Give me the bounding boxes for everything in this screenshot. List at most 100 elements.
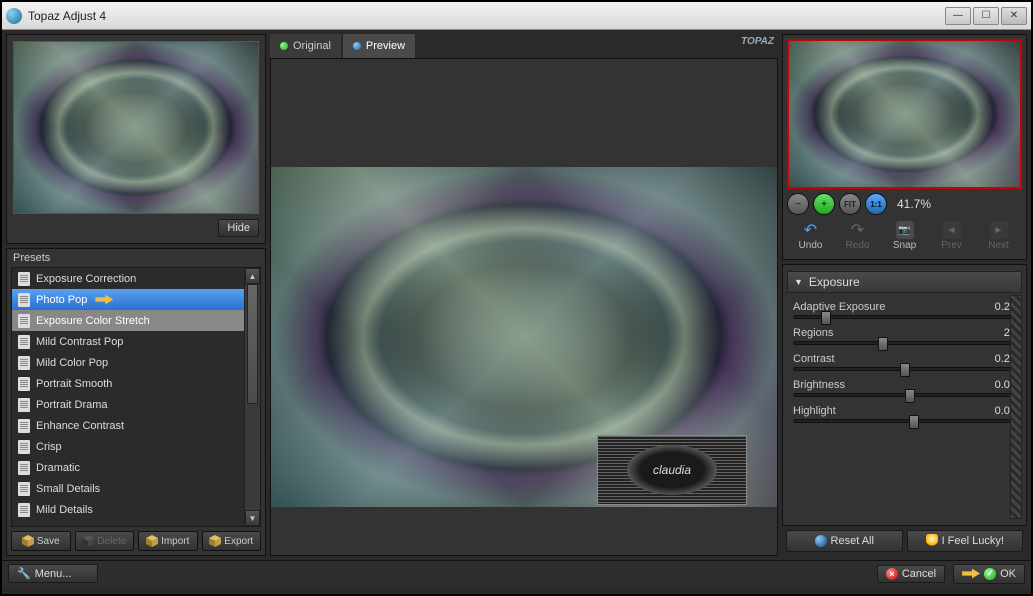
preset-item[interactable]: Exposure Color Stretch	[12, 310, 260, 331]
x-icon: ×	[886, 568, 898, 580]
preset-label: Exposure Correction	[36, 273, 136, 285]
slider-knob[interactable]	[900, 363, 910, 377]
zoom-out-button[interactable]: −	[787, 193, 809, 215]
document-icon	[18, 335, 30, 349]
preset-preview-thumb	[13, 41, 259, 214]
document-icon	[18, 377, 30, 391]
navigator-panel: − + FIT 1:1 41.7% ↶ Undo ↷ Redo	[782, 34, 1027, 260]
scroll-up-button[interactable]: ▲	[245, 268, 260, 284]
slider-track[interactable]	[793, 419, 1016, 423]
preset-label: Portrait Smooth	[36, 378, 112, 390]
slider-row: Adaptive Exposure0.27	[793, 301, 1016, 319]
cancel-button[interactable]: × Cancel	[877, 565, 945, 583]
preset-item[interactable]: Small Details	[12, 478, 260, 499]
reset-all-button[interactable]: Reset All	[786, 530, 903, 552]
preset-label: Small Details	[36, 483, 100, 495]
export-preset-button[interactable]: Export	[202, 531, 262, 551]
save-preset-button[interactable]: Save	[11, 531, 71, 551]
slider-track[interactable]	[793, 367, 1016, 371]
panel-footer-buttons: Reset All I Feel Lucky!	[782, 530, 1027, 556]
slider-knob[interactable]	[909, 415, 919, 429]
redo-button: ↷ Redo	[836, 221, 880, 251]
dot-icon	[353, 42, 361, 50]
preview-tabs: Original Preview TOPAZ	[270, 34, 778, 58]
preset-scrollbar[interactable]: ▲ ▼	[244, 268, 260, 526]
adjustments-panel: ▼ Exposure Adaptive Exposure0.27 Regions2…	[782, 264, 1027, 526]
hide-button[interactable]: Hide	[218, 219, 259, 237]
document-icon	[18, 419, 30, 433]
minimize-button[interactable]: —	[945, 7, 971, 25]
import-preset-button[interactable]: Import	[138, 531, 198, 551]
titlebar: Topaz Adjust 4 — ☐ ✕	[2, 2, 1031, 30]
next-button: ► Next	[977, 221, 1021, 251]
watermark-text: claudia	[627, 445, 717, 495]
preset-label: Mild Color Pop	[36, 357, 108, 369]
close-button[interactable]: ✕	[1001, 7, 1027, 25]
zoom-value: 41.7%	[897, 197, 931, 211]
delete-preset-button: Delete	[75, 531, 135, 551]
preset-item[interactable]: Exposure Correction	[12, 268, 260, 289]
snap-button[interactable]: 📷 Snap	[883, 221, 927, 251]
navigator-image[interactable]	[787, 39, 1022, 189]
preset-item[interactable]: Portrait Smooth	[12, 373, 260, 394]
preset-list: Exposure Correction Photo Pop Exposure Col…	[11, 267, 261, 527]
preset-label: Mild Details	[36, 504, 93, 516]
slider-knob[interactable]	[821, 311, 831, 325]
cube-icon	[22, 535, 34, 547]
undo-button[interactable]: ↶ Undo	[789, 221, 833, 251]
document-icon	[18, 461, 30, 475]
prev-icon: ◄	[943, 221, 961, 239]
preset-item[interactable]: Mild Details	[12, 499, 260, 520]
slider-track[interactable]	[793, 315, 1016, 319]
document-icon	[18, 440, 30, 454]
ok-button[interactable]: ✓ OK	[953, 564, 1025, 584]
cube-icon	[82, 535, 94, 547]
right-column: − + FIT 1:1 41.7% ↶ Undo ↷ Redo	[782, 34, 1027, 556]
preset-label: Photo Pop	[36, 294, 87, 306]
presets-panel: Presets Exposure CorrectionPhoto PopExpo…	[6, 248, 266, 556]
feel-lucky-button[interactable]: I Feel Lucky!	[907, 530, 1024, 552]
preset-item[interactable]: Dramatic	[12, 457, 260, 478]
maximize-button[interactable]: ☐	[973, 7, 999, 25]
zoom-fit-button[interactable]: FIT	[839, 193, 861, 215]
topaz-logo: TOPAZ	[741, 34, 774, 47]
preset-item[interactable]: Enhance Contrast	[12, 415, 260, 436]
tab-preview[interactable]: Preview	[343, 34, 415, 58]
wrench-icon: 🔧	[17, 567, 31, 580]
slider-track[interactable]	[793, 341, 1016, 345]
center-column: Original Preview TOPAZ claudia	[270, 34, 778, 556]
tab-original[interactable]: Original	[270, 34, 341, 58]
preset-label: Crisp	[36, 441, 62, 453]
left-column: Hide Presets Exposure CorrectionPhoto Po…	[6, 34, 266, 556]
bulb-icon	[926, 534, 938, 548]
undo-icon: ↶	[802, 221, 820, 239]
globe-icon	[815, 535, 827, 547]
scroll-thumb[interactable]	[247, 284, 258, 404]
preset-item[interactable]: Portrait Drama	[12, 394, 260, 415]
scroll-down-button[interactable]: ▼	[245, 510, 260, 526]
zoom-actual-button[interactable]: 1:1	[865, 193, 887, 215]
app-body: Hide Presets Exposure CorrectionPhoto Po…	[2, 30, 1031, 560]
pointer-icon	[962, 567, 980, 581]
menu-button[interactable]: 🔧 Menu...	[8, 564, 98, 583]
zoom-in-button[interactable]: +	[813, 193, 835, 215]
preset-item[interactable]: Mild Contrast Pop	[12, 331, 260, 352]
cube-icon	[209, 535, 221, 547]
zoom-controls: − + FIT 1:1 41.7%	[787, 189, 1022, 219]
preset-item[interactable]: Crisp	[12, 436, 260, 457]
preset-item[interactable]: Mild Color Pop	[12, 352, 260, 373]
document-icon	[18, 314, 30, 328]
section-scrollbar[interactable]	[1010, 295, 1022, 519]
slider-track[interactable]	[793, 393, 1016, 397]
camera-icon: 📷	[896, 221, 914, 239]
preset-item[interactable]: Photo Pop	[12, 289, 260, 310]
preview-area[interactable]: claudia	[270, 58, 778, 556]
chevron-down-icon: ▼	[794, 277, 803, 287]
slider-knob[interactable]	[878, 337, 888, 351]
slider-row: Regions22	[793, 327, 1016, 345]
document-icon	[18, 503, 30, 517]
slider-knob[interactable]	[905, 389, 915, 403]
dot-icon	[280, 42, 288, 50]
exposure-section-header[interactable]: ▼ Exposure	[787, 271, 1022, 293]
next-icon: ►	[990, 221, 1008, 239]
